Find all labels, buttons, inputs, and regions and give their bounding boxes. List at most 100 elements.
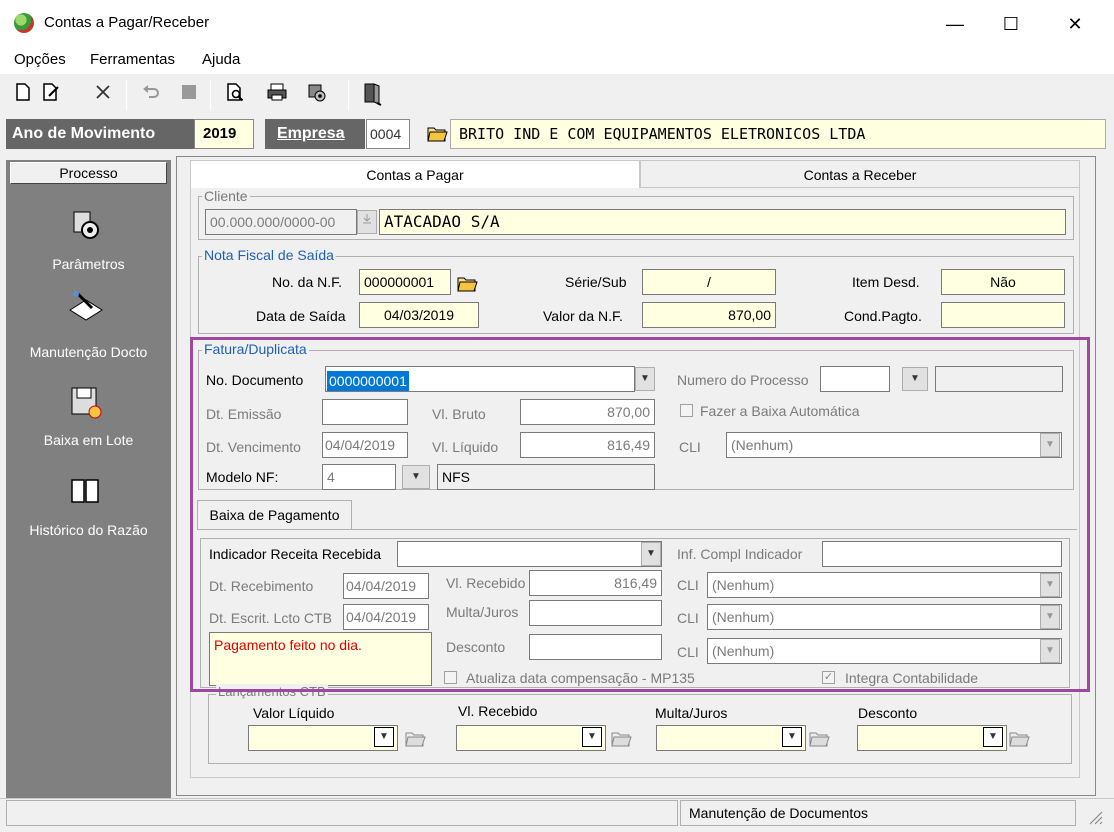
baixa-indicador-dropdown-icon[interactable]: ▼ [641, 542, 661, 566]
edit-document-icon[interactable] [38, 82, 64, 108]
baixa-cli1-dropdown-icon[interactable]: ▼ [1040, 573, 1060, 597]
fatura-cli-select[interactable]: (Nenhum) [726, 432, 1062, 458]
baixa-cli3-select[interactable]: (Nenhum) [707, 638, 1062, 664]
maximize-button[interactable]: ☐ [988, 8, 1034, 40]
lanc-valor-liquido-dropdown-icon[interactable]: ▼ [374, 727, 394, 747]
baixa-auto-checkbox[interactable] [680, 404, 693, 417]
baixa-indicador-select[interactable] [397, 541, 662, 567]
fatura-modelo-dropdown-icon[interactable]: ▼ [402, 465, 430, 489]
baixa-cli3-label: CLI [677, 644, 699, 660]
undo-icon[interactable] [138, 82, 164, 108]
year-field[interactable]: 2019 [194, 119, 254, 149]
fatura-proc-dropdown-icon[interactable]: ▼ [902, 367, 928, 391]
fatura-emissao-field[interactable] [322, 399, 408, 425]
menu-ferramentas[interactable]: Ferramentas [90, 51, 175, 68]
baixa-receb-label: Dt. Recebimento [209, 578, 314, 594]
fatura-cli-dropdown-icon[interactable]: ▼ [1040, 433, 1060, 457]
nf-folder-icon[interactable] [456, 273, 478, 293]
delete-icon[interactable] [90, 82, 116, 108]
document-pen-icon[interactable] [68, 290, 103, 324]
baixa-cli3-dropdown-icon[interactable]: ▼ [1040, 639, 1060, 663]
batch-disk-icon[interactable] [68, 382, 102, 419]
baixa-multa-field[interactable] [529, 600, 662, 626]
nf-valor-field[interactable]: 870,00 [642, 302, 776, 328]
lanc-vl-recebido-dropdown-icon[interactable]: ▼ [582, 727, 602, 747]
baixa-vlreceb-label: Vl. Recebido [446, 575, 526, 591]
baixa-multa-label: Multa/Juros [446, 604, 519, 620]
parameters-gear-icon[interactable] [68, 208, 102, 242]
fatura-venc-field[interactable]: 04/04/2019 [322, 432, 408, 458]
exit-door-icon[interactable] [360, 82, 386, 108]
lanc-col-multa-juros: Multa/Juros [655, 705, 728, 721]
fatura-doc-select[interactable]: 0000000001 [325, 366, 635, 392]
company-code-field[interactable]: 0004 [366, 119, 410, 149]
toolbar-separator [210, 80, 211, 110]
fatura-bruto-field[interactable]: 870,00 [520, 399, 655, 425]
nf-cond-field[interactable] [941, 302, 1065, 328]
fatura-doc-value: 0000000001 [327, 371, 409, 391]
fatura-doc-dropdown-icon[interactable]: ▼ [635, 367, 655, 391]
print-preview-icon[interactable] [222, 82, 248, 108]
nf-data-label: Data de Saída [256, 308, 346, 324]
lanc-multa-folder-icon[interactable] [808, 728, 830, 748]
fatura-proc-field[interactable] [820, 366, 890, 392]
new-document-icon[interactable] [10, 82, 36, 108]
baixa-inf-label: Inf. Compl Indicador [677, 546, 803, 562]
fatura-venc-label: Dt. Vencimento [206, 439, 301, 455]
minimize-button[interactable]: — [932, 8, 978, 40]
baixa-escrit-field[interactable]: 04/04/2019 [343, 604, 429, 630]
baixa-inf-field[interactable] [822, 541, 1062, 567]
baixa-cli1-select[interactable]: (Nenhum) [707, 572, 1062, 598]
fatura-liquido-label: Vl. Líquido [432, 439, 499, 455]
tab-baixa-pagamento[interactable]: Baixa de Pagamento [197, 500, 352, 530]
menu-ajuda[interactable]: Ajuda [202, 51, 240, 68]
lanc-col-valor-liquido: Valor Líquido [253, 705, 335, 721]
window-title: Contas a Pagar/Receber [44, 14, 210, 31]
lanc-vl-recebido-folder-icon[interactable] [610, 728, 632, 748]
nf-serie-field[interactable]: / [642, 269, 776, 295]
tab-contas-receber[interactable]: Contas a Receber [640, 160, 1080, 188]
atualiza-checkbox[interactable] [444, 671, 457, 684]
fatura-modelo-desc: NFS [437, 464, 655, 490]
fatura-liquido-field[interactable]: 816,49 [520, 432, 655, 458]
lanc-desconto-dropdown-icon[interactable]: ▼ [983, 727, 1003, 747]
resize-grip-icon[interactable] [1084, 806, 1104, 826]
atualiza-label: Atualiza data compensação - MP135 [466, 670, 695, 686]
tab-contas-pagar[interactable]: Contas a Pagar [190, 160, 640, 188]
baixa-obs-field[interactable]: Pagamento feito no dia. [209, 632, 432, 686]
lanc-valor-liquido-folder-icon[interactable] [404, 728, 426, 748]
printer-icon[interactable] [264, 82, 290, 108]
baixa-cli2-dropdown-icon[interactable]: ▼ [1040, 605, 1060, 629]
stop-icon[interactable] [176, 82, 202, 108]
fatura-cli-label: CLI [679, 439, 701, 455]
nf-item-field[interactable]: Não [941, 269, 1065, 295]
lanc-col-vl-recebido: Vl. Recebido [458, 703, 538, 719]
sidebar-item-manutencao[interactable]: Manutenção Docto [6, 344, 171, 360]
toolbar [0, 74, 1114, 118]
baixa-cli2-select[interactable]: (Nenhum) [707, 604, 1062, 630]
toolbar-separator [126, 80, 127, 110]
sidebar-item-baixa-lote[interactable]: Baixa em Lote [6, 432, 171, 448]
lancamentos-legend: Lançamentos CTB [216, 684, 328, 699]
close-button[interactable]: ✕ [1052, 8, 1098, 40]
integra-checkbox[interactable]: ✓ [822, 671, 835, 684]
sidebar-item-parametros[interactable]: Parâmetros [6, 256, 171, 272]
fatura-bruto-label: Vl. Bruto [432, 406, 486, 422]
company-name-field: BRITO IND E COM EQUIPAMENTOS ELETRONICOS… [450, 119, 1106, 149]
fatura-modelo-field[interactable]: 4 [322, 464, 396, 490]
baixa-escrit-label: Dt. Escrit. Lcto CTB [209, 610, 332, 626]
book-icon[interactable] [68, 476, 102, 510]
menu-opcoes[interactable]: Opções [14, 51, 66, 68]
nf-data-field[interactable]: 04/03/2019 [359, 302, 479, 328]
baixa-auto-label: Fazer a Baixa Automática [700, 403, 860, 419]
baixa-desconto-field[interactable] [529, 634, 662, 660]
lanc-multa-dropdown-icon[interactable]: ▼ [782, 727, 802, 747]
nf-numero-field[interactable]: 000000001 [359, 269, 451, 295]
baixa-receb-field[interactable]: 04/04/2019 [343, 573, 429, 599]
lanc-col-desconto: Desconto [858, 705, 918, 721]
sidebar-item-historico[interactable]: Histórico do Razão [6, 522, 171, 538]
settings-gear-icon[interactable] [304, 82, 330, 108]
baixa-vlreceb-field[interactable]: 816,49 [529, 570, 662, 596]
lanc-desconto-folder-icon[interactable] [1008, 728, 1030, 748]
folder-open-icon[interactable] [426, 122, 448, 144]
